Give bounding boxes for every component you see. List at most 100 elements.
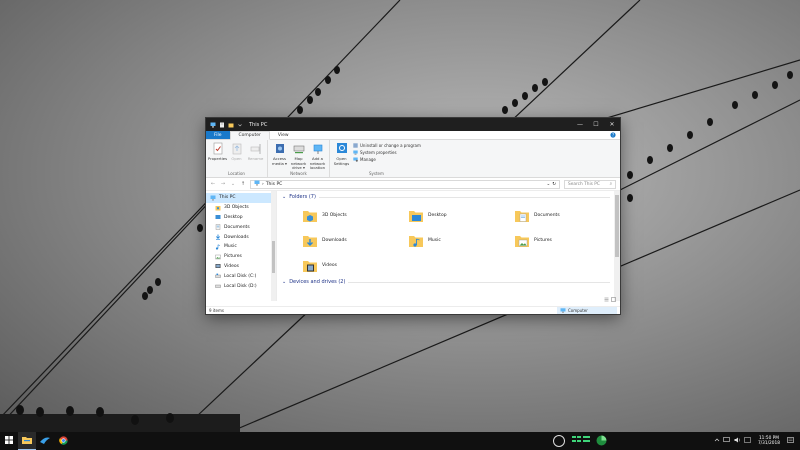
cortana-circle-icon[interactable] — [553, 435, 565, 447]
taskbar-app-blue[interactable] — [36, 432, 54, 450]
forward-arrow-icon[interactable]: → — [220, 181, 226, 187]
search-input[interactable]: Search This PC ⌕ — [564, 179, 616, 189]
volume-icon[interactable] — [734, 437, 741, 445]
recent-locations-icon[interactable]: ⌄ — [230, 181, 236, 187]
desktop-folder-icon — [408, 208, 424, 224]
windows-logo-icon — [5, 436, 13, 446]
file-explorer-icon — [22, 436, 32, 446]
ribbon-tabs: File Computer View ? — [206, 131, 620, 140]
folder-downloads[interactable]: Downloads — [302, 228, 408, 253]
nav-item-3d-objects[interactable]: 3D Objects — [206, 203, 276, 213]
uninstall-program-button[interactable]: Uninstall or change a program — [353, 142, 421, 148]
details-view-icon[interactable] — [604, 297, 609, 304]
close-button[interactable]: ✕ — [604, 118, 620, 131]
tab-file[interactable]: File — [206, 131, 230, 139]
svg-text:?: ? — [612, 133, 614, 138]
tab-computer[interactable]: Computer — [229, 131, 270, 140]
system-tray: 11:50 PM 7/31/2018 — [714, 432, 800, 450]
ribbon: Properties Open Rename Location Access m… — [206, 140, 620, 178]
new-folder-quick-icon[interactable] — [228, 122, 234, 128]
access-media-button[interactable]: Access media ▾ — [270, 142, 289, 169]
group-label-network: Network — [290, 171, 307, 176]
taskbar-file-explorer[interactable] — [18, 432, 36, 450]
group-label-system: System — [368, 171, 384, 176]
content-scrollbar[interactable] — [614, 191, 620, 301]
start-button[interactable] — [0, 432, 18, 450]
add-network-location-button[interactable]: Add a network location — [308, 142, 327, 170]
back-arrow-icon[interactable]: ← — [210, 181, 216, 187]
nav-item-pictures[interactable]: Pictures — [206, 252, 276, 262]
notifications-icon[interactable] — [787, 436, 794, 446]
folder-desktop[interactable]: Desktop — [408, 203, 514, 228]
folder-music[interactable]: Music — [408, 228, 514, 253]
title-bar[interactable]: This PC — ☐ ✕ — [206, 118, 620, 131]
refresh-icon[interactable]: ↻ — [552, 182, 556, 187]
large-icons-view-icon[interactable] — [611, 297, 616, 304]
documents-icon — [215, 224, 221, 230]
ribbon-group-system: Open Settings Uninstall or change a prog… — [330, 140, 423, 177]
nav-item-local-disk-d[interactable]: Local Disk (D:) — [206, 281, 276, 291]
help-icon[interactable]: ? — [610, 131, 616, 139]
address-box[interactable]: › This PC ⌄ ↻ — [250, 179, 560, 189]
tab-view[interactable]: View — [270, 131, 297, 139]
breadcrumb-this-pc[interactable]: This PC — [266, 182, 282, 187]
properties-button[interactable]: Properties — [208, 142, 227, 169]
music-folder-icon — [408, 233, 424, 249]
address-dropdown-icon[interactable]: ⌄ — [546, 182, 550, 187]
navigation-pane: This PC 3D Objects Desktop Documents Dow… — [206, 191, 277, 301]
properties-icon — [212, 142, 224, 156]
nav-item-downloads[interactable]: Downloads — [206, 232, 276, 242]
blue-wing-app-icon — [40, 436, 50, 446]
taskbar-clock[interactable]: 11:50 PM 7/31/2018 — [758, 436, 780, 446]
rename-button[interactable]: Rename — [246, 142, 265, 169]
item-count: 9 items — [209, 308, 224, 313]
nav-pane-scrollbar[interactable] — [271, 191, 276, 301]
taskbar: 11:50 PM 7/31/2018 — [0, 432, 800, 450]
breadcrumb-separator: › — [262, 181, 264, 187]
open-button[interactable]: Open — [227, 142, 246, 169]
nav-item-this-pc[interactable]: This PC — [206, 193, 276, 203]
map-network-drive-button[interactable]: Map network drive ▾ — [289, 142, 308, 170]
file-explorer-window: This PC — ☐ ✕ File Computer View ? Prope… — [206, 118, 620, 314]
network-drive-icon — [293, 142, 305, 156]
maximize-button[interactable]: ☐ — [588, 118, 604, 131]
window-title: This PC — [249, 121, 268, 128]
folder-pictures[interactable]: Pictures — [514, 228, 620, 253]
open-settings-button[interactable]: Open Settings — [332, 142, 351, 169]
properties-quick-icon[interactable] — [219, 122, 225, 128]
customize-quick-access-icon[interactable] — [237, 122, 243, 128]
pictures-folder-icon — [514, 233, 530, 249]
status-computer: Computer — [557, 306, 617, 314]
minimize-button[interactable]: — — [572, 118, 588, 131]
chevron-down-icon: ⌄ — [282, 194, 287, 200]
3d-objects-folder-icon — [302, 208, 318, 224]
show-hidden-icons-icon[interactable] — [714, 437, 720, 445]
nav-item-desktop[interactable]: Desktop — [206, 213, 276, 223]
videos-folder-icon — [302, 258, 318, 274]
open-icon — [231, 142, 243, 156]
system-properties-button[interactable]: System properties — [353, 149, 421, 155]
address-bar-row: ← → ⌄ ↑ › This PC ⌄ ↻ Search This PC ⌕ — [206, 178, 620, 191]
documents-folder-icon — [514, 208, 530, 224]
settings-gear-icon — [336, 142, 348, 156]
network-location-icon — [312, 142, 324, 156]
nav-item-documents[interactable]: Documents — [206, 222, 276, 232]
folder-videos[interactable]: Videos — [302, 253, 408, 278]
folders-section-header[interactable]: ⌄ Folders (7) — [282, 191, 620, 203]
folders-grid: 3D Objects Desktop Documents Downloads M… — [282, 203, 620, 278]
pictures-icon — [215, 254, 221, 260]
up-arrow-icon[interactable]: ↑ — [240, 181, 246, 187]
group-label-location: Location — [228, 171, 245, 176]
folder-documents[interactable]: Documents — [514, 203, 620, 228]
nav-item-local-disk-c[interactable]: Local Disk (C:) — [206, 271, 276, 281]
manage-button[interactable]: Manage — [353, 156, 421, 162]
manage-icon — [353, 157, 358, 162]
nav-item-videos[interactable]: Videos — [206, 262, 276, 272]
nav-item-music[interactable]: Music — [206, 242, 276, 252]
drive-icon — [215, 273, 221, 279]
network-icon[interactable] — [723, 437, 731, 445]
taskbar-chrome[interactable] — [54, 432, 72, 450]
this-pc-small-icon — [254, 180, 260, 188]
language-icon[interactable] — [744, 437, 751, 445]
folder-3d-objects[interactable]: 3D Objects — [302, 203, 408, 228]
